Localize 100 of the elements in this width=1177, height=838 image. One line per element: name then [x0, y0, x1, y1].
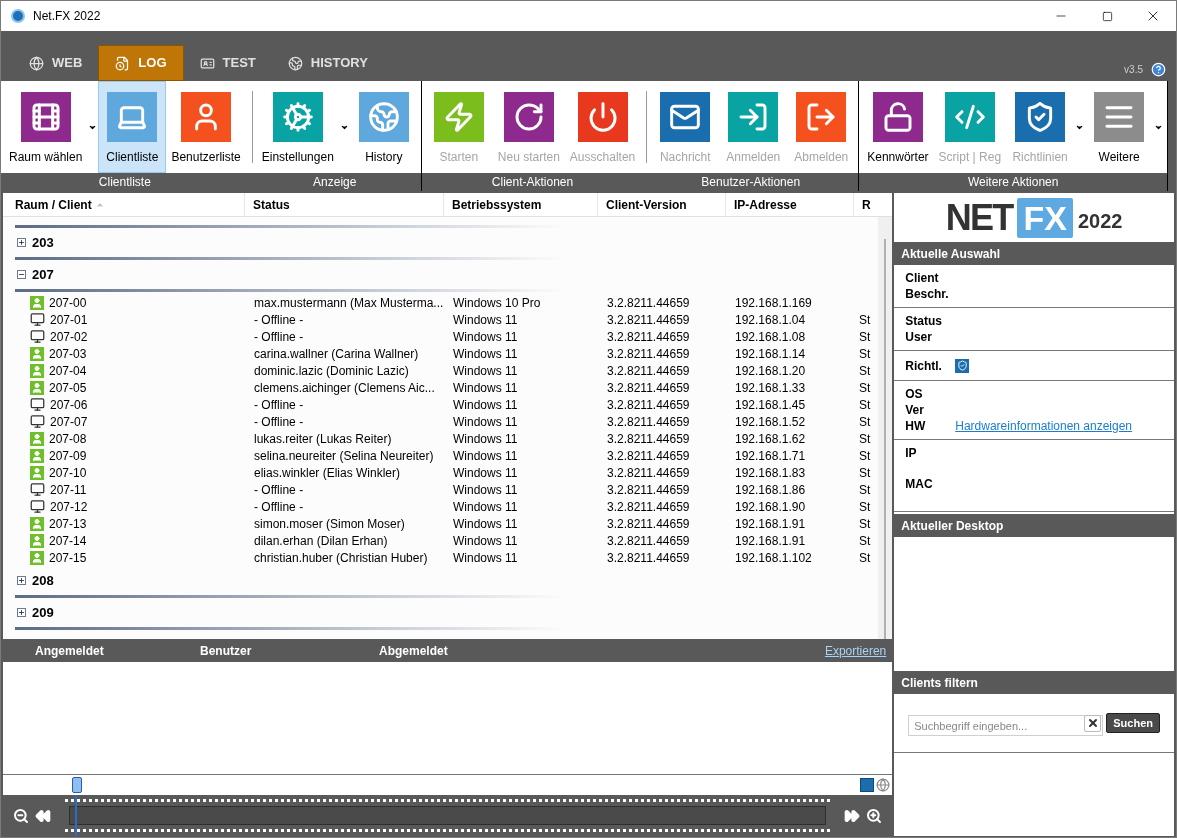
table-cell: - Offline -: [254, 499, 304, 514]
zoom-in-icon[interactable]: [866, 807, 883, 824]
timeline-track[interactable]: [65, 799, 831, 832]
table-cell: 3.2.8211.44659: [607, 414, 690, 429]
table-cell: simon.moser (Simon Moser): [254, 516, 405, 531]
ribbon-button[interactable]: Raum wählen: [4, 81, 88, 173]
table-cell: Windows 11: [453, 397, 518, 412]
minus-icon: [18, 271, 25, 278]
table-cell: 3.2.8211.44659: [607, 397, 690, 412]
field-label: HW: [905, 418, 927, 435]
panel-title: Aktuelle Auswahl: [901, 245, 1001, 263]
plus-icon: [18, 609, 25, 616]
tab[interactable]: WEB: [13, 45, 99, 81]
hardware-info-link[interactable]: Hardwareinformationen anzeigen: [955, 417, 1133, 435]
log-column-header[interactable]: Benutzer: [200, 643, 252, 658]
table-cell: clemens.aichinger (Clemens Aic...: [254, 380, 435, 395]
timeline-handle[interactable]: [72, 777, 82, 793]
table-cell: selina.neureiter (Selina Neureiter): [254, 448, 434, 463]
table-cell: 192.168.1.83: [735, 465, 806, 480]
log-column-header[interactable]: Abgemeldet: [379, 643, 448, 658]
table-cell: Windows 11: [453, 431, 518, 446]
expand-button[interactable]: [17, 576, 26, 585]
column-header[interactable]: R: [854, 193, 893, 216]
table-cell: St: [859, 363, 871, 378]
table-cell: St: [859, 346, 871, 361]
table-cell: St: [859, 550, 871, 565]
table-cell: 3.2.8211.44659: [607, 363, 690, 378]
ribbon-button[interactable]: Weitere: [1085, 81, 1154, 173]
table-cell: St: [859, 414, 871, 429]
ribbon-group-label: Client-Aktionen: [491, 174, 574, 191]
ribbon-button[interactable]: Benutzerliste: [166, 81, 246, 173]
field-label: Client: [905, 270, 940, 287]
clear-button[interactable]: [1084, 714, 1102, 732]
column-header[interactable]: Client-Version: [598, 193, 726, 216]
ribbon-button[interactable]: Kennwörter: [862, 81, 934, 173]
table-cell-text: 207-12: [50, 498, 88, 516]
ribbon-button[interactable]: History: [349, 81, 418, 173]
fast-forward-icon[interactable]: [844, 807, 861, 824]
table-cell: 192.168.1.169: [735, 295, 812, 310]
panel-title: Clients filtern: [901, 674, 978, 692]
ribbon-button[interactable]: Clientliste: [98, 81, 167, 173]
table-cell: lukas.reiter (Lukas Reiter): [254, 431, 392, 446]
table-cell: 3.2.8211.44659: [607, 431, 690, 446]
table-cell: Windows 11: [453, 380, 518, 395]
table-cell-text: 207-04: [49, 362, 87, 380]
table-cell-text: 207-03: [49, 345, 87, 363]
table-cell: Windows 11: [453, 414, 518, 429]
expand-button[interactable]: [17, 270, 26, 279]
table-cell: 3.2.8211.44659: [607, 550, 690, 565]
room-label: 209: [32, 603, 54, 622]
table-cell: St: [859, 397, 871, 412]
search-button[interactable]: Suchen: [1106, 713, 1160, 733]
table-cell: St: [859, 533, 871, 548]
table-cell: 3.2.8211.44659: [607, 295, 690, 310]
room-label: 207: [32, 265, 54, 284]
table-cell: dominic.lazic (Dominic Lazic): [254, 363, 409, 378]
screen-view-icon[interactable]: [860, 778, 875, 792]
rewind-icon[interactable]: [35, 807, 51, 824]
table-cell: - Offline -: [254, 482, 304, 497]
column-header[interactable]: Betriebssystem: [444, 193, 598, 216]
expand-button[interactable]: [17, 238, 26, 247]
window-title: Net.FX 2022: [33, 8, 101, 25]
table-cell: St: [859, 482, 871, 497]
log-column-header[interactable]: Angemeldet: [35, 643, 104, 658]
table-cell: 192.168.1.14: [735, 346, 806, 361]
table-cell: - Offline -: [254, 312, 304, 327]
help-icon[interactable]: [1151, 62, 1166, 77]
tab[interactable]: TEST: [183, 45, 272, 81]
table-cell: 192.168.1.90: [735, 499, 806, 514]
shield-check-icon: [955, 358, 970, 373]
table-cell-text: 207-02: [50, 328, 88, 346]
globe-icon: [287, 55, 303, 71]
table-cell: St: [859, 431, 871, 446]
scrollbar[interactable]: [878, 217, 893, 639]
version-label: v3.5: [1124, 63, 1143, 77]
table-cell: 192.168.1.52: [735, 414, 806, 429]
app-icon: [11, 9, 25, 23]
tab[interactable]: HISTORY: [271, 45, 384, 81]
table-cell: 192.168.1.45: [735, 397, 806, 412]
column-header[interactable]: IP-Adresse: [726, 193, 854, 216]
table-cell: Windows 11: [453, 516, 518, 531]
column-header[interactable]: Raum / Client: [3, 193, 245, 216]
zoom-out-icon[interactable]: [13, 807, 29, 824]
table-cell: Windows 11: [453, 346, 518, 361]
table-cell-text: 207-14: [49, 532, 87, 550]
plus-icon: [18, 239, 25, 246]
export-link[interactable]: Exportieren: [824, 641, 887, 660]
search-field[interactable]: Suchbegriff eingeben...: [908, 715, 1104, 736]
table-cell-text: 207-09: [49, 447, 87, 465]
ribbon-button[interactable]: Einstellungen: [256, 81, 339, 173]
table-cell: 192.168.1.91: [735, 516, 806, 531]
table-cell: Windows 11: [453, 312, 518, 327]
field-label: Richtl.: [905, 357, 943, 375]
table-cell: 192.168.1.91: [735, 533, 806, 548]
table-cell-text: 207-08: [49, 430, 87, 448]
tab[interactable]: LOG: [98, 45, 184, 81]
expand-button[interactable]: [17, 608, 26, 617]
table-cell-text: 207-11: [50, 481, 87, 499]
column-header[interactable]: Status: [245, 193, 444, 216]
table-cell: St: [859, 465, 871, 480]
